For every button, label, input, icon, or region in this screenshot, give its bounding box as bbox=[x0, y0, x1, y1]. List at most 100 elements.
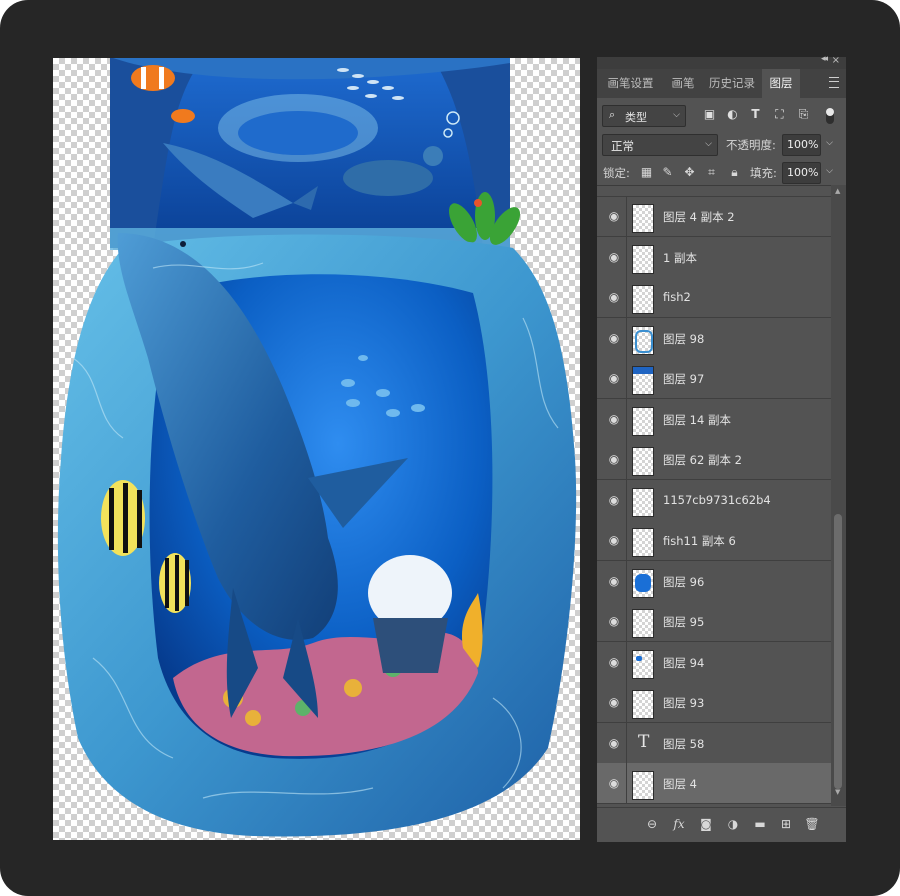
layer-row[interactable]: ◉ 图层 94 bbox=[597, 641, 831, 683]
eye-icon[interactable]: ◉ bbox=[603, 289, 625, 305]
opacity-dropdown-icon[interactable]: ⌵ bbox=[826, 138, 833, 148]
panel-menu-icon[interactable] bbox=[829, 77, 839, 88]
close-icon[interactable]: × bbox=[832, 55, 840, 66]
layer-thumbnail[interactable] bbox=[632, 366, 654, 395]
opacity-label: 不透明度: bbox=[726, 138, 776, 152]
layer-row[interactable]: ◉ 图层 14 副本 bbox=[597, 398, 831, 440]
eye-icon[interactable]: ◉ bbox=[603, 532, 625, 548]
eye-icon[interactable]: ◉ bbox=[603, 775, 625, 791]
eye-icon[interactable]: ◉ bbox=[603, 208, 625, 224]
layer-thumbnail[interactable] bbox=[632, 406, 654, 436]
layer-name: 图层 95 bbox=[663, 615, 705, 629]
eye-icon[interactable]: ◉ bbox=[603, 573, 625, 589]
adjustment-layer-icon[interactable]: ◑ bbox=[725, 816, 741, 832]
layer-row[interactable]: ◉ 图层 4 bbox=[597, 763, 831, 804]
layer-row[interactable]: ◉ T 图层 58 bbox=[597, 722, 831, 764]
trash-icon[interactable]: 🗑︎ bbox=[804, 816, 820, 832]
visibility-divider bbox=[626, 439, 627, 479]
layer-row[interactable]: ◉ 图层 93 bbox=[597, 682, 831, 723]
visibility-divider bbox=[626, 520, 627, 560]
layer-thumbnail[interactable] bbox=[632, 649, 654, 679]
tab-layers[interactable]: 图层 bbox=[762, 69, 800, 98]
layer-list[interactable]: ◉ 图层 4 副本 2 ◉ 1 副本 ◉ fish2 ◉ 图层 98 ◉ 图层 97 ◉ 图层 14 … bbox=[597, 185, 831, 807]
collapse-icon[interactable]: ◂◂ bbox=[821, 54, 828, 64]
layer-row[interactable]: ◉ fish11 副本 6 bbox=[597, 520, 831, 561]
layer-name: 图层 96 bbox=[663, 574, 705, 589]
eye-icon[interactable]: ◉ bbox=[603, 694, 625, 710]
panel-header-bar: ◂◂ × bbox=[597, 54, 846, 69]
lock-all-icon[interactable]: 🔒︎ bbox=[728, 166, 741, 179]
eye-icon[interactable]: ◉ bbox=[603, 613, 625, 629]
visibility-divider bbox=[626, 277, 627, 317]
layer-list-scrollbar[interactable]: ▲ ▼ bbox=[831, 185, 846, 806]
layer-thumbnail[interactable] bbox=[632, 568, 654, 598]
filter-kind-select[interactable]: ⌕ 类型 ⌵ bbox=[602, 105, 686, 127]
layer-row[interactable]: ◉ 1 副本 bbox=[597, 236, 831, 278]
shape-filter-icon[interactable]: ⛶ bbox=[773, 108, 786, 121]
lock-artboard-icon[interactable]: ⌗ bbox=[705, 166, 718, 179]
layer-thumbnail[interactable] bbox=[632, 244, 654, 274]
tab-brush-settings[interactable]: 画笔设置 bbox=[597, 69, 664, 98]
fx-icon[interactable]: fx bbox=[671, 816, 687, 832]
layer-thumbnail[interactable] bbox=[632, 285, 654, 314]
layer-row[interactable]: ◉ 图层 4 副本 2 bbox=[597, 196, 831, 237]
new-layer-icon[interactable]: ⊞ bbox=[778, 816, 794, 832]
eye-icon[interactable]: ◉ bbox=[603, 411, 625, 427]
tab-history[interactable]: 历史记录 bbox=[702, 69, 762, 98]
document-canvas[interactable] bbox=[53, 58, 580, 840]
chevron-down-icon: ⌵ bbox=[705, 139, 712, 149]
layer-name: 图层 4 bbox=[663, 777, 697, 791]
layer-name: 图层 62 副本 2 bbox=[663, 453, 742, 467]
eye-icon[interactable]: ◉ bbox=[603, 735, 625, 751]
blend-mode-select[interactable]: 正常 ⌵ bbox=[602, 134, 718, 156]
eye-icon[interactable]: ◉ bbox=[603, 330, 625, 346]
eye-icon[interactable]: ◉ bbox=[603, 451, 625, 467]
visibility-divider bbox=[626, 560, 627, 601]
layer-row[interactable]: ◉ 图层 96 bbox=[597, 560, 831, 602]
layer-thumbnail[interactable] bbox=[632, 325, 654, 355]
layer-thumbnail[interactable] bbox=[632, 609, 654, 638]
scroll-down-icon[interactable]: ▼ bbox=[835, 788, 840, 796]
layer-thumbnail[interactable] bbox=[632, 690, 654, 719]
eye-icon[interactable]: ◉ bbox=[603, 492, 625, 508]
lock-image-pixels-icon[interactable]: ✎ bbox=[661, 166, 674, 179]
layer-thumbnail[interactable] bbox=[632, 487, 654, 517]
eye-icon[interactable]: ◉ bbox=[603, 370, 625, 386]
fill-value: 100% bbox=[787, 166, 819, 179]
fill-dropdown-icon[interactable]: ⌵ bbox=[826, 166, 833, 176]
layer-row-partial[interactable] bbox=[597, 186, 831, 197]
image-filter-icon[interactable]: ▣ bbox=[703, 108, 716, 121]
lock-transparent-pixels-icon[interactable]: ▦ bbox=[640, 166, 653, 179]
visibility-divider bbox=[626, 722, 627, 763]
scrollbar-thumb[interactable] bbox=[834, 514, 842, 789]
smart-object-filter-icon[interactable]: ⎘ bbox=[797, 108, 810, 121]
lock-position-icon[interactable]: ✥ bbox=[683, 166, 696, 179]
layer-row[interactable]: ◉ 图层 97 bbox=[597, 358, 831, 399]
search-icon: ⌕ bbox=[609, 108, 616, 121]
type-filter-icon[interactable]: T bbox=[749, 108, 762, 121]
layer-row[interactable]: ◉ 1157cb9731c62b4 bbox=[597, 479, 831, 521]
layer-thumbnail[interactable] bbox=[632, 447, 654, 476]
eye-icon[interactable]: ◉ bbox=[603, 249, 625, 265]
eye-icon[interactable]: ◉ bbox=[603, 654, 625, 670]
layer-row[interactable]: ◉ 图层 95 bbox=[597, 601, 831, 642]
mask-icon[interactable]: ◙ bbox=[698, 816, 714, 832]
layer-name: 图层 94 bbox=[663, 655, 705, 670]
visibility-divider bbox=[626, 236, 627, 277]
layer-thumbnail[interactable] bbox=[632, 204, 654, 233]
filter-toggle[interactable] bbox=[826, 108, 834, 124]
scroll-up-icon[interactable]: ▲ bbox=[835, 187, 840, 195]
folder-icon[interactable]: ▬ bbox=[752, 816, 768, 832]
layer-row[interactable]: ◉ 图层 98 bbox=[597, 317, 831, 359]
tab-brush[interactable]: 画笔 bbox=[664, 69, 702, 98]
adjustment-filter-icon[interactable]: ◐ bbox=[726, 108, 739, 121]
fill-input[interactable]: 100% bbox=[782, 162, 821, 184]
layer-row[interactable]: ◉ fish2 bbox=[597, 277, 831, 318]
opacity-input[interactable]: 100% bbox=[782, 134, 821, 156]
layer-row[interactable]: ◉ 图层 62 副本 2 bbox=[597, 439, 831, 480]
link-icon[interactable]: ⊖ bbox=[644, 816, 660, 832]
layer-thumbnail[interactable] bbox=[632, 528, 654, 557]
chevron-down-icon: ⌵ bbox=[673, 110, 680, 120]
layer-thumbnail[interactable] bbox=[632, 771, 654, 800]
fill-label: 填充: bbox=[750, 166, 777, 180]
